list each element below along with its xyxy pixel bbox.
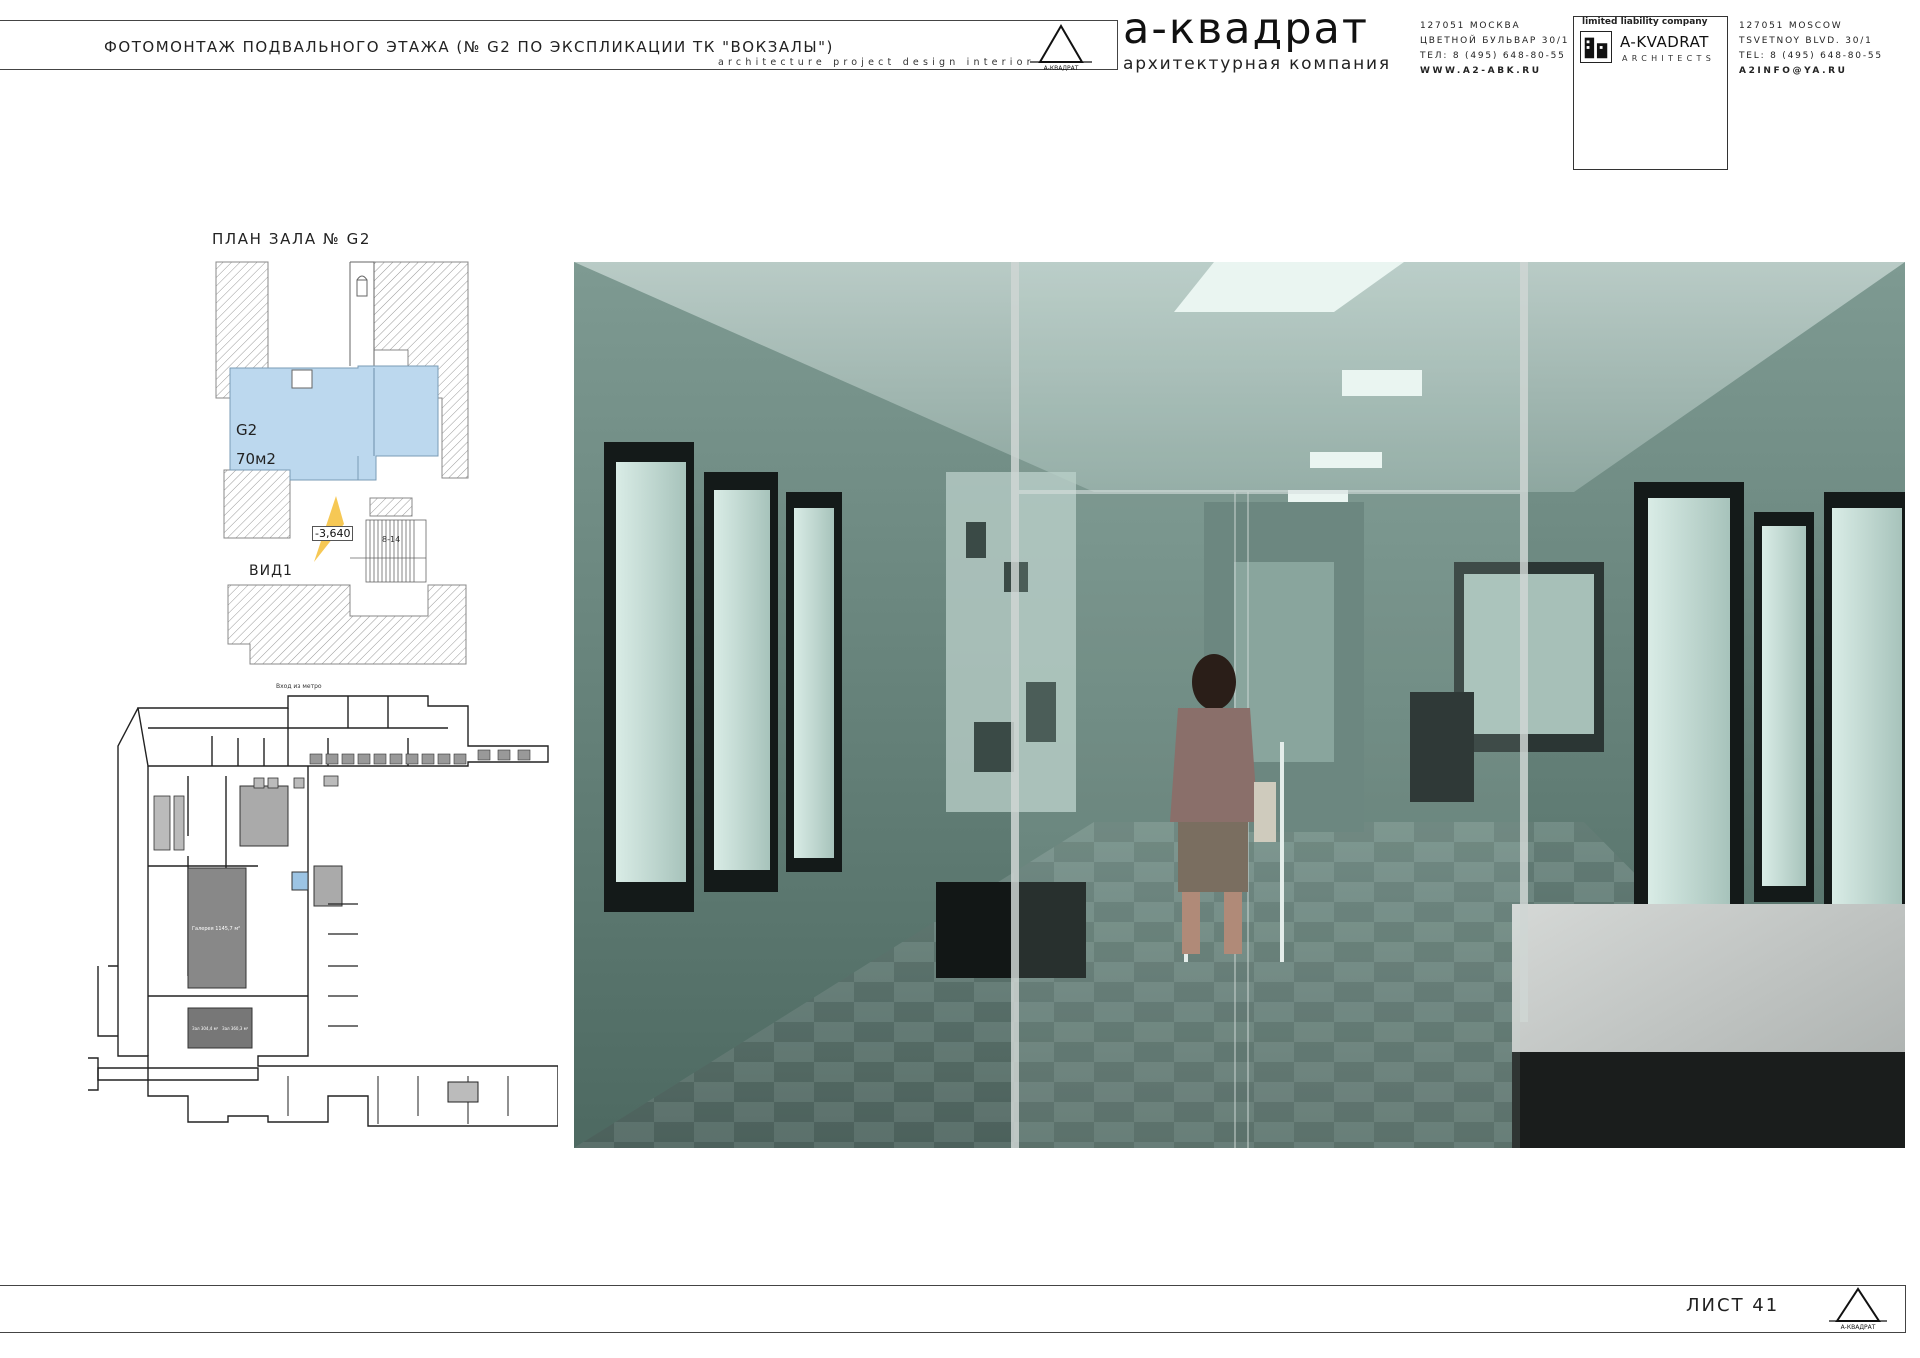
view-label: ВИД1 <box>249 563 293 579</box>
email-link[interactable]: A2INFO@YA.RU <box>1739 64 1883 79</box>
contact-block-ru: 127051 МОСКВА ЦВЕТНОЙ БУЛЬВАР 30/1 ТЕЛ: … <box>1420 19 1569 79</box>
en-postcode-city: 127051 MOSCOW <box>1739 21 1843 31</box>
level-mark: -3,640 <box>312 526 354 541</box>
room-label-2: Зал 360,3 м² <box>222 1026 249 1031</box>
stairs-icon <box>350 519 427 583</box>
wall-left-lower <box>223 469 291 539</box>
logo-caption: А-КВАДРАТ <box>1044 65 1079 72</box>
glass-door-icon <box>1011 262 1528 1148</box>
llc-name: A-KVADRAT <box>1620 33 1709 51</box>
hall-name-label: G2 <box>236 421 258 439</box>
website-link[interactable]: WWW.A2-ABK.RU <box>1420 64 1569 79</box>
footer-frame <box>0 1285 1906 1333</box>
interior-photomontage <box>574 262 1905 1148</box>
document-subtitle: architecture project design interior <box>718 57 1035 68</box>
stair-label: 8-14 <box>382 535 400 544</box>
ru-address: ЦВЕТНОЙ БУЛЬВАР 30/1 <box>1420 36 1570 46</box>
en-phone: TEL: 8 (495) 648-80-55 <box>1739 51 1883 61</box>
wall-bottom <box>227 584 467 665</box>
contact-block-en: 127051 MOSCOW TSVETNOY BLVD. 30/1 TEL: 8… <box>1739 19 1883 79</box>
footer-logo-caption: А-КВАДРАТ <box>1841 1324 1876 1331</box>
ru-phone: ТЕЛ: 8 (495) 648-80-55 <box>1420 51 1566 61</box>
llc-label: limited liability company <box>1582 17 1708 27</box>
showcase-icon <box>604 442 842 912</box>
building-logo-icon <box>1580 31 1612 63</box>
hall-area-label: 70м2 <box>236 450 276 468</box>
triangle-logo-icon: А-КВАДРАТ <box>1030 24 1092 72</box>
ru-postcode-city: 127051 МОСКВА <box>1420 21 1521 31</box>
brand-name: а-квадрат <box>1123 4 1369 54</box>
document-title: ФОТОМОНТАЖ ПОДВАЛЬНОГО ЭТАЖА (№ G2 ПО ЭК… <box>104 38 834 56</box>
room-label-1: Зал 304,4 м² <box>192 1026 219 1031</box>
sheet-number: ЛИСТ 41 <box>1686 1295 1780 1316</box>
wall-right-lower <box>369 497 413 517</box>
site-plan: Вход из метро Галерея 1145,7 м² Зал 304,… <box>88 683 558 1127</box>
triangle-logo-icon: А-КВАДРАТ <box>1829 1287 1887 1331</box>
brand-tagline: архитектурная компания <box>1123 54 1391 74</box>
gallery-label: Галерея 1145,7 м² <box>192 926 240 932</box>
entrance-label: Вход из метро <box>276 683 322 690</box>
llc-subtitle: ARCHITECTS <box>1622 54 1716 63</box>
en-address: TSVETNOY BLVD. 30/1 <box>1739 36 1873 46</box>
plan-title: ПЛАН ЗАЛА № G2 <box>212 230 371 248</box>
